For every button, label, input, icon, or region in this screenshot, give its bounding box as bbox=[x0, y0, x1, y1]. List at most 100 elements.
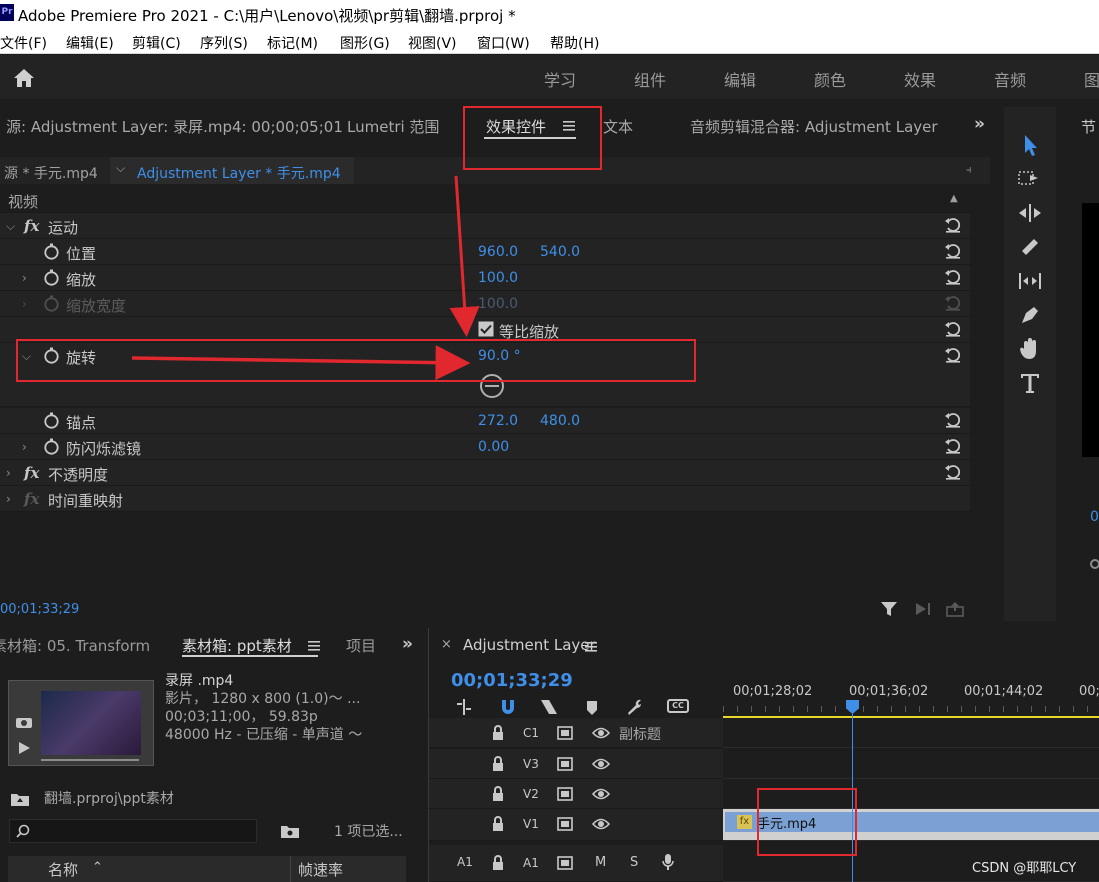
reset-icon[interactable] bbox=[944, 242, 962, 260]
snap-icon[interactable] bbox=[499, 698, 517, 716]
menu-clip[interactable]: 剪辑(C) bbox=[132, 33, 181, 53]
reset-icon[interactable] bbox=[944, 320, 962, 338]
more-tabs-icon[interactable]: » bbox=[974, 114, 985, 134]
eye-icon[interactable] bbox=[592, 787, 610, 801]
tab-bin-ppt[interactable]: 素材箱: ppt素材 bbox=[182, 635, 292, 656]
time-ruler[interactable]: 00;01;28;02 00;01;36;02 00;01;44;02 00; bbox=[723, 680, 1099, 720]
tab-source[interactable]: 源: Adjustment Layer: 录屏.mp4: 00;00;05;01 bbox=[6, 116, 343, 137]
eye-icon[interactable] bbox=[592, 757, 610, 771]
chevron-right-icon[interactable]: › bbox=[6, 466, 11, 480]
type-tool-icon[interactable] bbox=[1016, 369, 1044, 397]
column-frame-rate[interactable]: 帧速率 bbox=[298, 859, 343, 880]
fx-icon[interactable]: fx bbox=[24, 217, 39, 235]
search-input[interactable] bbox=[9, 819, 257, 843]
sync-lock-icon[interactable] bbox=[557, 786, 575, 802]
tab-text[interactable]: 文本 bbox=[603, 116, 633, 137]
tab-bin-transform[interactable]: 素材箱: 05. Transform bbox=[0, 635, 150, 656]
scale-value[interactable]: 100.0 bbox=[478, 270, 518, 286]
uniform-scale-checkbox[interactable] bbox=[478, 321, 494, 337]
menu-window[interactable]: 窗口(W) bbox=[477, 33, 530, 53]
eye-icon[interactable] bbox=[592, 726, 610, 740]
pen-tool-icon[interactable] bbox=[1016, 301, 1044, 329]
effect-controls-timecode[interactable]: 00;01;33;29 bbox=[0, 602, 79, 617]
adjustment-clip-selector[interactable]: ⌵ Adjustment Layer * 手元.mp4 bbox=[110, 157, 354, 184]
filter-icon[interactable] bbox=[880, 600, 898, 618]
panel-menu-icon[interactable] bbox=[585, 642, 597, 652]
lock-icon[interactable] bbox=[491, 816, 505, 832]
mute-button[interactable]: M bbox=[595, 855, 606, 870]
chevron-right-icon[interactable]: › bbox=[22, 271, 27, 285]
home-icon[interactable] bbox=[12, 67, 36, 89]
workspace-learn[interactable]: 学习 bbox=[544, 67, 576, 91]
stopwatch-icon[interactable] bbox=[43, 269, 60, 286]
anchor-x-value[interactable]: 272.0 bbox=[478, 413, 518, 429]
workspace-color[interactable]: 颜色 bbox=[814, 67, 846, 91]
position-y-value[interactable]: 540.0 bbox=[540, 244, 580, 260]
sync-lock-icon[interactable] bbox=[557, 756, 575, 772]
menu-help[interactable]: 帮助(H) bbox=[550, 33, 599, 53]
reset-icon[interactable] bbox=[944, 437, 962, 455]
position-x-value[interactable]: 960.0 bbox=[478, 244, 518, 260]
lock-icon[interactable] bbox=[491, 756, 505, 772]
menu-view[interactable]: 视图(V) bbox=[408, 33, 457, 53]
chevron-right-icon[interactable]: › bbox=[22, 440, 27, 454]
microphone-icon[interactable] bbox=[661, 853, 675, 871]
eye-icon[interactable] bbox=[592, 817, 610, 831]
nest-sequence-icon[interactable] bbox=[455, 698, 473, 716]
add-marker-icon[interactable] bbox=[585, 700, 599, 716]
workspace-audio[interactable]: 音频 bbox=[994, 67, 1026, 91]
playhead-marker-icon[interactable] bbox=[1090, 559, 1099, 569]
expand-chevron-icon[interactable]: ⌵ bbox=[6, 219, 15, 234]
panel-menu-icon[interactable] bbox=[308, 641, 320, 651]
sync-lock-icon[interactable] bbox=[557, 816, 575, 832]
linked-selection-icon[interactable] bbox=[539, 698, 559, 716]
tab-project[interactable]: 项目 bbox=[346, 635, 376, 656]
captions-icon[interactable]: CC bbox=[667, 699, 689, 713]
reset-icon[interactable] bbox=[944, 268, 962, 286]
sort-ascending-icon[interactable]: ⌃ bbox=[92, 860, 103, 875]
motion-row[interactable]: ⌵ fx 运动 bbox=[0, 213, 970, 239]
stopwatch-icon[interactable] bbox=[43, 438, 60, 455]
anchor-y-value[interactable]: 480.0 bbox=[540, 413, 580, 429]
close-icon[interactable]: × bbox=[441, 637, 452, 652]
workspace-assembly[interactable]: 组件 bbox=[634, 67, 666, 91]
track-select-tool-icon[interactable] bbox=[1016, 165, 1044, 193]
settings-wrench-icon[interactable] bbox=[625, 698, 643, 716]
menu-marker[interactable]: 标记(M) bbox=[267, 33, 318, 53]
program-tab-label[interactable]: 节 bbox=[1081, 116, 1096, 137]
track-c1-content[interactable] bbox=[723, 718, 1099, 748]
folder-up-icon[interactable] bbox=[10, 791, 30, 807]
solo-button[interactable]: S bbox=[630, 855, 638, 870]
more-tabs-icon[interactable]: » bbox=[402, 634, 413, 654]
source-clip-label[interactable]: 源 * 手元.mp4 bbox=[4, 163, 98, 183]
reset-icon[interactable] bbox=[944, 346, 962, 364]
sequence-tab[interactable]: Adjustment Layer bbox=[463, 636, 596, 654]
tab-audio-clip-mixer[interactable]: 音频剪辑混合器: Adjustment Layer bbox=[690, 116, 938, 137]
chevron-right-icon[interactable]: › bbox=[6, 492, 11, 506]
panel-collapse-icon[interactable]: ⫞ bbox=[966, 163, 972, 177]
lock-icon[interactable] bbox=[491, 855, 505, 871]
hand-tool-icon[interactable] bbox=[1016, 335, 1044, 363]
scroll-up-icon[interactable]: ▲ bbox=[950, 193, 958, 204]
lock-icon[interactable] bbox=[491, 725, 505, 741]
source-patch-a1[interactable]: A1 bbox=[457, 855, 473, 869]
anti-flicker-value[interactable]: 0.00 bbox=[478, 439, 509, 455]
lock-icon[interactable] bbox=[491, 786, 505, 802]
thumbnail-scrubber[interactable] bbox=[41, 759, 139, 761]
ripple-edit-tool-icon[interactable] bbox=[1016, 199, 1044, 227]
menu-graphics[interactable]: 图形(G) bbox=[340, 33, 390, 53]
track-v3-content[interactable] bbox=[723, 749, 1099, 779]
stopwatch-icon[interactable] bbox=[43, 412, 60, 429]
column-name[interactable]: 名称 bbox=[48, 859, 78, 880]
export-icon[interactable] bbox=[946, 601, 966, 617]
time-remap-row[interactable]: › fx 时间重映射 bbox=[0, 486, 970, 512]
menu-file[interactable]: 文件(F) bbox=[0, 33, 47, 53]
timeline-timecode[interactable]: 00;01;33;29 bbox=[451, 670, 573, 691]
reset-icon[interactable] bbox=[944, 411, 962, 429]
clip-thumbnail[interactable] bbox=[8, 680, 154, 766]
sync-lock-icon[interactable] bbox=[557, 855, 575, 871]
reset-icon[interactable] bbox=[944, 216, 962, 234]
selection-tool-icon[interactable] bbox=[1016, 131, 1044, 159]
workspace-graphics[interactable]: 图 bbox=[1084, 67, 1099, 91]
menu-sequence[interactable]: 序列(S) bbox=[200, 33, 248, 53]
